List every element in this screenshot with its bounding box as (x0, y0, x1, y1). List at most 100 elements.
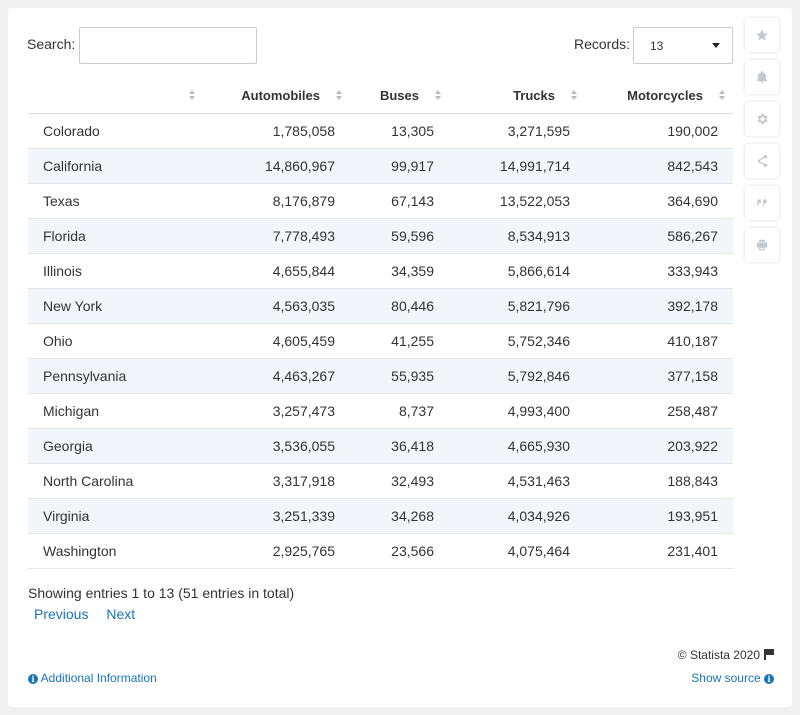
state-cell: North Carolina (28, 463, 203, 499)
value-cell: 2,925,765 (203, 533, 350, 569)
value-cell: 7,778,493 (203, 218, 350, 254)
table-row: Michigan 3,257,473 8,737 4,993,400 258,487 (28, 393, 733, 429)
print-button[interactable] (745, 228, 779, 262)
column-header-0[interactable] (28, 78, 203, 114)
state-cell: Colorado (28, 113, 203, 149)
bell-icon (756, 70, 768, 83)
star-icon (756, 29, 768, 41)
value-cell: 59,596 (350, 218, 449, 254)
state-cell: Pennsylvania (28, 358, 203, 394)
column-header-1[interactable]: Automobiles (203, 78, 350, 114)
flag-icon[interactable] (764, 649, 774, 660)
value-cell: 8,737 (350, 393, 449, 429)
column-header-label: Automobiles (241, 87, 320, 103)
value-cell: 5,792,846 (449, 358, 585, 394)
table-row: Ohio 4,605,459 41,255 5,752,346 410,187 (28, 323, 733, 359)
cite-button[interactable] (745, 186, 779, 220)
value-cell: 4,034,926 (449, 498, 585, 534)
sort-icon (571, 89, 577, 101)
value-cell: 842,543 (585, 148, 733, 184)
table-row: North Carolina 3,317,918 32,493 4,531,463 18… (28, 463, 733, 499)
state-cell: Georgia (28, 428, 203, 464)
value-cell: 188,843 (585, 463, 733, 499)
table-row: Pennsylvania 4,463,267 55,935 5,792,846 377,… (28, 358, 733, 394)
notification-button[interactable] (745, 60, 779, 94)
value-cell: 3,271,595 (449, 113, 585, 149)
sort-icon (189, 89, 195, 101)
value-cell: 333,943 (585, 253, 733, 289)
state-cell: Ohio (28, 323, 203, 359)
value-cell: 4,665,930 (449, 428, 585, 464)
column-header-label: Motorcycles (627, 87, 703, 103)
table-row: Illinois 4,655,844 34,359 5,866,614 333,943 (28, 253, 733, 289)
state-cell: Michigan (28, 393, 203, 429)
value-cell: 5,866,614 (449, 253, 585, 289)
value-cell: 392,178 (585, 288, 733, 324)
table-row: Texas 8,176,879 67,143 13,522,053 364,690 (28, 183, 733, 219)
state-cell: Washington (28, 533, 203, 569)
column-header-3[interactable]: Trucks (449, 78, 585, 114)
value-cell: 193,951 (585, 498, 733, 534)
state-cell: Illinois (28, 253, 203, 289)
column-header-label: Buses (379, 87, 419, 103)
previous-button[interactable]: Previous (34, 606, 88, 622)
show-source-label: Show source (691, 671, 761, 685)
sidebar-toolbar (745, 18, 781, 270)
value-cell: 203,922 (585, 428, 733, 464)
table-row: Virginia 3,251,339 34,268 4,034,926 193,951 (28, 498, 733, 534)
value-cell: 4,075,464 (449, 533, 585, 569)
next-button[interactable]: Next (106, 606, 135, 622)
records-selected-value: 13 (650, 39, 664, 53)
table-row: New York 4,563,035 80,446 5,821,796 392,178 (28, 288, 733, 324)
value-cell: 377,158 (585, 358, 733, 394)
value-cell: 13,305 (350, 113, 449, 149)
column-header-4[interactable]: Motorcycles (585, 78, 733, 114)
share-button[interactable] (745, 144, 779, 178)
state-cell: Texas (28, 183, 203, 219)
column-header-2[interactable]: Buses (350, 78, 449, 114)
share-icon (757, 155, 768, 167)
value-cell: 5,821,796 (449, 288, 585, 324)
value-cell: 36,418 (350, 428, 449, 464)
table-row: Colorado 1,785,058 13,305 3,271,595 190,002 (28, 113, 733, 149)
value-cell: 231,401 (585, 533, 733, 569)
value-cell: 4,531,463 (449, 463, 585, 499)
value-cell: 99,917 (350, 148, 449, 184)
value-cell: 4,463,267 (203, 358, 350, 394)
search-input[interactable] (79, 27, 257, 64)
value-cell: 23,566 (350, 533, 449, 569)
show-source-link[interactable]: Show source i (691, 671, 774, 685)
value-cell: 4,605,459 (203, 323, 350, 359)
table-body: Colorado 1,785,058 13,305 3,271,595 190,002 C… (28, 113, 733, 569)
info-icon: i (28, 674, 38, 684)
value-cell: 410,187 (585, 323, 733, 359)
quote-icon (756, 199, 767, 206)
value-cell: 8,176,879 (203, 183, 350, 219)
value-cell: 13,522,053 (449, 183, 585, 219)
state-cell: California (28, 148, 203, 184)
search-label: Search: (27, 36, 76, 52)
value-cell: 3,251,339 (203, 498, 350, 534)
value-cell: 34,359 (350, 253, 449, 289)
value-cell: 14,860,967 (203, 148, 350, 184)
copyright-text: © Statista 2020 (677, 648, 760, 662)
value-cell: 586,267 (585, 218, 733, 254)
state-cell: Florida (28, 218, 203, 254)
value-cell: 3,536,055 (203, 428, 350, 464)
chevron-down-icon (712, 43, 720, 48)
additional-information-label: Additional Information (40, 671, 157, 685)
favorite-button[interactable] (745, 18, 779, 52)
value-cell: 1,785,058 (203, 113, 350, 149)
value-cell: 34,268 (350, 498, 449, 534)
additional-information-link[interactable]: i Additional Information (28, 671, 157, 685)
value-cell: 55,935 (350, 358, 449, 394)
value-cell: 4,993,400 (449, 393, 585, 429)
table-row: Georgia 3,536,055 36,418 4,665,930 203,922 (28, 428, 733, 464)
sort-icon (435, 89, 441, 101)
records-select[interactable]: 13 (633, 27, 733, 64)
value-cell: 4,563,035 (203, 288, 350, 324)
value-cell: 3,317,918 (203, 463, 350, 499)
settings-button[interactable] (745, 102, 779, 136)
sort-icon (336, 89, 342, 101)
print-icon (756, 239, 768, 251)
